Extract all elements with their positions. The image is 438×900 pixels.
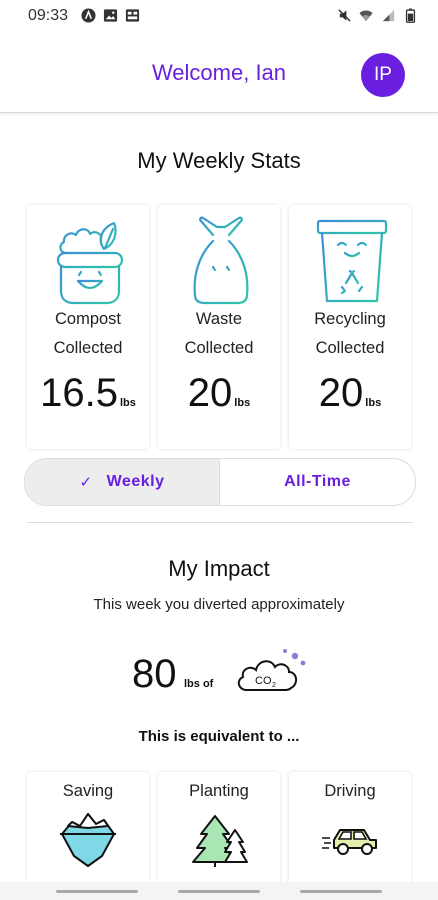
nav-recents-handle[interactable] (300, 890, 382, 893)
co2-number: 80 (132, 652, 177, 696)
recycling-label-line2: Collected (315, 339, 385, 357)
waste-label-line2: Collected (184, 339, 254, 357)
status-time: 09:33 (28, 7, 69, 24)
recycling-value: 20 lbs (289, 371, 411, 416)
iceberg-icon (60, 813, 116, 867)
compost-label-line1: Compost (54, 310, 122, 328)
waste-card: Waste Collected 20 lbs (158, 205, 280, 449)
co2-unit: lbs of (184, 678, 214, 690)
saving-card: Saving (27, 772, 149, 900)
avatar[interactable]: IP (361, 53, 405, 97)
recycling-card: Recycling Collected 20 lbs (289, 205, 411, 449)
planting-card: Planting (158, 772, 280, 900)
period-toggle: ✓ Weekly All-Time (24, 458, 416, 506)
compost-value: 16.5 lbs (27, 371, 149, 416)
all-time-label: All-Time (284, 473, 351, 490)
status-bar: 09:33 (0, 0, 438, 32)
saving-label: Saving (62, 782, 114, 800)
app-header: Welcome, Ian IP (0, 40, 438, 113)
recycling-label-line1: Recycling (314, 310, 386, 328)
mute-icon (336, 7, 352, 23)
assistant-icon (80, 7, 96, 23)
driving-card: Driving (289, 772, 411, 900)
recycling-number: 20 (318, 371, 364, 415)
weekly-stats-row: Compost Collected 16.5 lbs Waste Collecte… (27, 205, 411, 449)
co2-badge: CO (255, 675, 272, 687)
planting-label: Planting (189, 782, 249, 800)
battery-icon (402, 7, 418, 23)
impact-subtitle: This week you diverted approximately (93, 596, 345, 613)
weekly-label: Weekly (106, 473, 165, 490)
waste-bag-icon (193, 216, 249, 305)
waste-number: 20 (187, 371, 233, 415)
nav-back-handle[interactable] (56, 890, 138, 893)
cast-icon (124, 7, 140, 23)
check-icon: ✓ (79, 474, 93, 491)
compost-number: 16.5 (40, 371, 118, 415)
all-time-toggle-button[interactable]: All-Time (220, 459, 415, 505)
compost-label-line2: Collected (53, 339, 123, 357)
image-icon (102, 7, 118, 23)
compost-bin-icon (56, 221, 124, 305)
trees-icon (192, 815, 248, 867)
equivalent-label: This is equivalent to ... (138, 728, 300, 745)
waste-label-line1: Waste (195, 310, 243, 328)
section-divider (27, 522, 413, 523)
compost-unit: lbs (119, 397, 136, 409)
recycling-bin-icon (316, 219, 388, 303)
waste-unit: lbs (234, 397, 251, 409)
waste-value: 20 lbs (158, 371, 280, 416)
system-nav-bar (0, 882, 438, 900)
driving-label: Driving (324, 782, 376, 800)
co2-badge-sub: 2 (272, 682, 276, 689)
impact-title: My Impact (168, 556, 270, 581)
car-icon (322, 829, 377, 855)
weekly-toggle-button[interactable]: ✓ Weekly (25, 459, 220, 505)
wifi-icon (358, 7, 374, 23)
compost-card: Compost Collected 16.5 lbs (27, 205, 149, 449)
co2-cloud-icon: CO 2 (237, 649, 306, 691)
signal-icon (380, 7, 396, 23)
recycling-unit: lbs (365, 397, 382, 409)
weekly-stats-title: My Weekly Stats (137, 148, 301, 173)
nav-home-handle[interactable] (178, 890, 260, 893)
